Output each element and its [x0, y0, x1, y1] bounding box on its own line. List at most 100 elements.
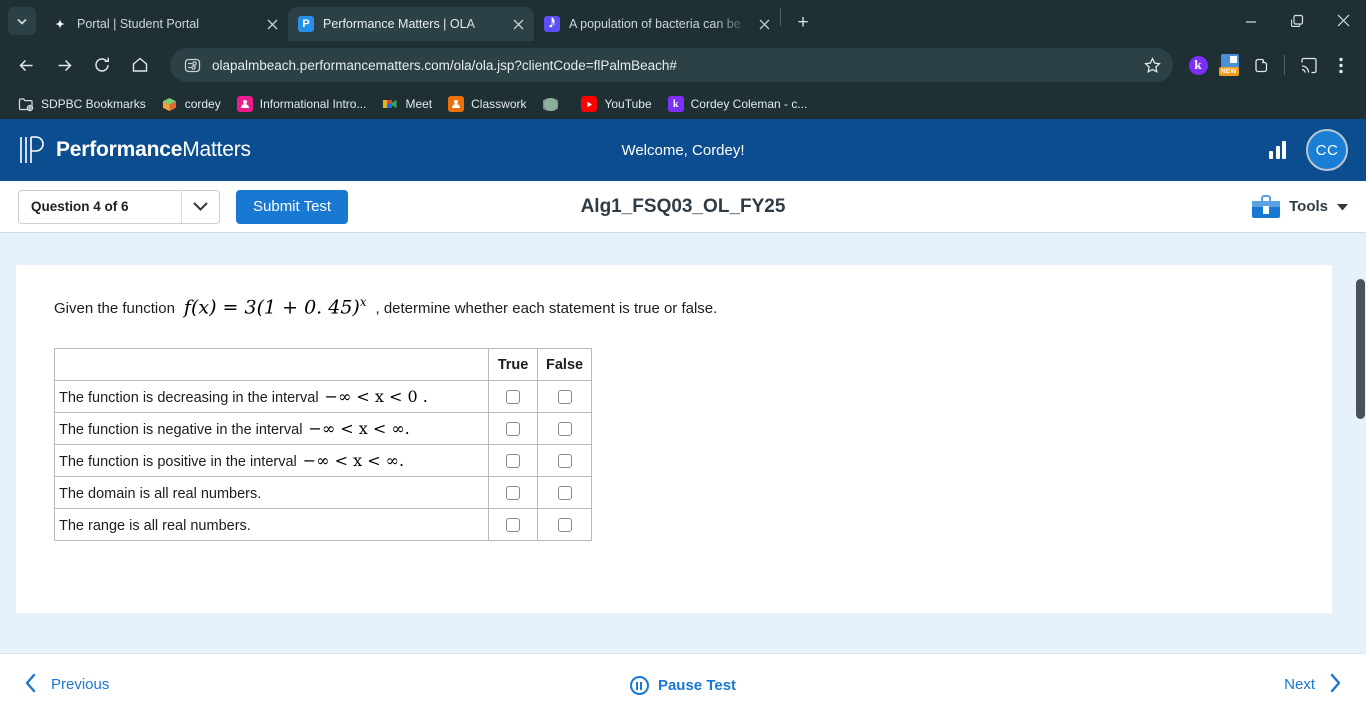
true-checkbox[interactable] [506, 389, 520, 404]
tab-title: Performance Matters | OLA [323, 17, 475, 31]
bookmark-informational-intro[interactable]: Informational Intro... [229, 92, 375, 116]
false-checkbox-cell[interactable] [536, 508, 593, 542]
next-button[interactable]: Next [1284, 673, 1342, 697]
browser-tab-0[interactable]: ✦ Portal | Student Portal [42, 7, 288, 41]
app-logo[interactable]: PerformanceMatters [18, 135, 251, 165]
tab-title: A population of bacteria can be [569, 17, 741, 31]
interval-math: −∞ < x < ∞. [308, 419, 410, 439]
bookmark-label: cordey [184, 97, 221, 111]
new-tab-button[interactable]: + [789, 9, 817, 37]
close-icon[interactable] [508, 14, 528, 34]
question-stage: Given the function f(x) = 3(1 + 0. 45)x … [0, 233, 1366, 653]
bookmark-label: Meet [405, 97, 433, 111]
bookmark-classwork[interactable]: Classwork [440, 92, 534, 116]
question-card: Given the function f(x) = 3(1 + 0. 45)x … [16, 265, 1332, 613]
pause-icon [629, 676, 649, 695]
reload-icon[interactable] [86, 49, 118, 81]
app-header: PerformanceMatters Welcome, Cordey! CC [0, 119, 1366, 181]
true-checkbox[interactable] [506, 485, 520, 500]
interval-math: −∞ < x < 0 . [324, 387, 428, 407]
folder-icon [18, 96, 34, 112]
statement-cell: The function is decreasing in the interv… [54, 380, 489, 414]
table-row: The function is decreasing in the interv… [54, 380, 593, 414]
question-select[interactable]: Question 4 of 6 [18, 189, 220, 224]
classroom-pink-icon [236, 96, 253, 112]
submit-test-button[interactable]: Submit Test [236, 189, 349, 224]
close-icon[interactable] [1320, 0, 1366, 41]
maximize-icon[interactable] [1274, 0, 1320, 41]
close-icon[interactable] [754, 14, 774, 34]
bookmark-meet[interactable]: Meet [374, 92, 440, 116]
browser-tab-1[interactable]: P Performance Matters | OLA [288, 7, 534, 41]
true-false-table: True False The function is decreasing in… [54, 348, 593, 542]
app-logo-text: PerformanceMatters [56, 138, 251, 161]
address-bar[interactable]: olapalmbeach.performancematters.com/ola/… [170, 48, 1173, 82]
window-controls [1228, 0, 1366, 41]
false-checkbox[interactable] [557, 517, 572, 532]
avatar[interactable]: CC [1306, 129, 1348, 171]
false-checkbox-cell[interactable] [536, 380, 593, 414]
true-checkbox-cell[interactable] [488, 508, 538, 542]
bar-chart-icon[interactable] [1269, 141, 1286, 159]
browser-tab-2[interactable]: 𝅘𝅥𝅰 A population of bacteria can be [534, 7, 780, 41]
performance-matters-logo-icon [18, 135, 46, 165]
toolbar-divider [1284, 55, 1285, 75]
table-row: The range is all real numbers. [54, 508, 593, 542]
bookmark-label: Cordey Coleman - c... [690, 97, 808, 111]
question-suffix: , determine whether each statement is tr… [375, 300, 718, 318]
previous-button[interactable]: Previous [24, 673, 109, 697]
tools-menu[interactable]: Tools [1252, 195, 1348, 218]
back-arrow-icon[interactable] [10, 49, 42, 81]
meet-icon [382, 96, 398, 112]
bookmark-youtube[interactable]: YouTube [573, 92, 659, 116]
new-extension-icon[interactable]: NEW [1215, 50, 1245, 80]
false-checkbox-cell[interactable] [536, 444, 593, 478]
previous-label: Previous [51, 676, 110, 693]
false-checkbox[interactable] [557, 453, 572, 468]
true-checkbox-cell[interactable] [488, 444, 538, 478]
kami-extension-icon[interactable]: k [1183, 50, 1213, 80]
test-toolbar: Question 4 of 6 Submit Test Alg1_FSQ03_O… [0, 181, 1366, 233]
doc-icon: 𝅘𝅥𝅰 [544, 16, 560, 32]
false-checkbox[interactable] [557, 485, 572, 500]
close-icon[interactable] [262, 14, 282, 34]
tab-search-button[interactable] [8, 7, 36, 35]
pause-test-target[interactable]: Pause Test [629, 676, 737, 695]
cast-icon[interactable] [1294, 50, 1324, 80]
chevron-down-icon[interactable] [1337, 198, 1348, 216]
true-checkbox[interactable] [506, 421, 520, 436]
extensions-puzzle-icon[interactable] [1247, 50, 1277, 80]
true-checkbox-cell[interactable] [488, 380, 538, 414]
question-navigation-footer: Previous Pause Test Next [0, 653, 1366, 715]
chevron-right-icon [1329, 673, 1342, 697]
statement-cell: The range is all real numbers. [54, 508, 489, 542]
home-icon[interactable] [124, 49, 156, 81]
bookmark-star-icon[interactable] [1139, 56, 1165, 74]
false-checkbox-cell[interactable] [536, 412, 593, 446]
question-select-label: Question 4 of 6 [31, 199, 129, 214]
bookmark-cordey-coleman[interactable]: k Cordey Coleman - c... [660, 92, 816, 116]
true-checkbox[interactable] [506, 453, 520, 468]
table-header-blank [54, 348, 489, 382]
forward-arrow-icon[interactable] [48, 49, 80, 81]
bookmark-cordey[interactable]: cordey [154, 92, 229, 116]
scrollbar-thumb[interactable] [1356, 279, 1365, 419]
chevron-left-icon [24, 673, 37, 697]
minimize-icon[interactable] [1228, 0, 1274, 41]
false-checkbox[interactable] [557, 421, 572, 436]
true-checkbox[interactable] [506, 517, 520, 532]
site-settings-icon[interactable] [184, 56, 202, 74]
pause-label: Pause Test [657, 677, 737, 694]
false-checkbox-cell[interactable] [536, 476, 593, 510]
true-checkbox-cell[interactable] [488, 476, 538, 510]
table-row: The function is positive in the interval… [54, 444, 593, 478]
false-checkbox[interactable] [557, 389, 572, 404]
chevron-down-icon[interactable] [181, 190, 219, 223]
question-prompt: Given the function f(x) = 3(1 + 0. 45)x … [54, 295, 1332, 318]
bookmark-sdpbc[interactable]: SDPBC Bookmarks [10, 92, 154, 116]
bookmark-globe[interactable] [534, 92, 573, 116]
vertical-scrollbar[interactable] [1352, 233, 1366, 653]
bookmark-label: SDPBC Bookmarks [41, 97, 146, 111]
browser-menu-icon[interactable] [1326, 50, 1356, 80]
true-checkbox-cell[interactable] [488, 412, 538, 446]
